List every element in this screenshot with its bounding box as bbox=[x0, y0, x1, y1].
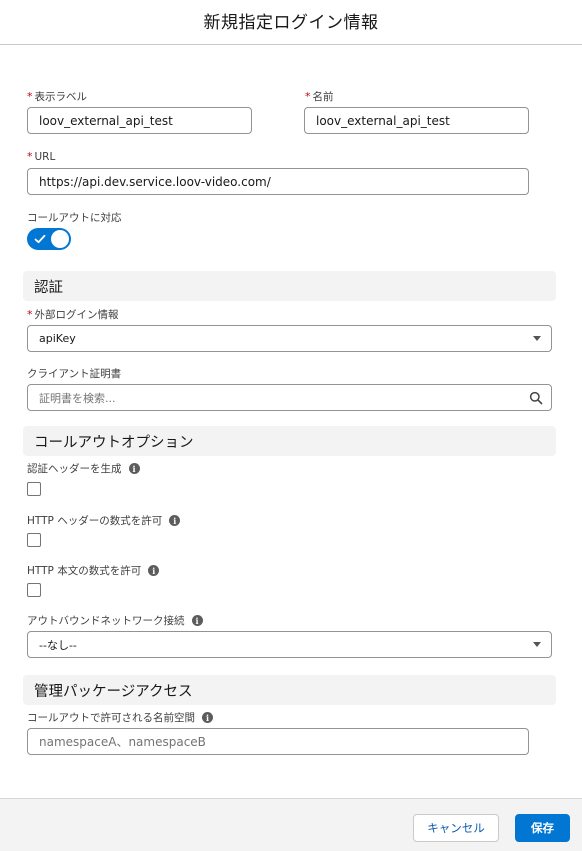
external-credential-label: * 外部ログイン情報 bbox=[27, 308, 119, 321]
callout-toggle[interactable] bbox=[27, 228, 71, 250]
outbound-network-select[interactable]: --なし-- bbox=[27, 631, 552, 658]
modal-title: 新規指定ログイン情報 bbox=[203, 12, 379, 33]
save-button[interactable]: 保存 bbox=[515, 814, 570, 842]
allow-body-formulas-checkbox[interactable] bbox=[27, 583, 41, 597]
url-input[interactable]: https://api.dev.service.loov-video.com/ bbox=[27, 168, 529, 195]
info-icon[interactable]: i bbox=[148, 565, 160, 576]
toggle-knob bbox=[51, 230, 69, 248]
required-marker: * bbox=[27, 308, 33, 321]
name-input[interactable]: loov_external_api_test bbox=[304, 107, 529, 134]
section-callout-options: コールアウトオプション bbox=[23, 426, 556, 456]
section-title: 管理パッケージアクセス bbox=[34, 683, 193, 700]
section-managed-package-access: 管理パッケージアクセス bbox=[23, 675, 556, 705]
allow-body-formulas-label: HTTP 本文の数式を許可 i bbox=[27, 563, 160, 578]
callout-toggle-label: コールアウトに対応 bbox=[27, 212, 122, 224]
modal-header: 新規指定ログイン情報 bbox=[0, 0, 582, 45]
required-marker: * bbox=[27, 150, 33, 163]
info-icon[interactable]: i bbox=[169, 515, 181, 526]
chevron-down-icon bbox=[533, 336, 541, 341]
name-field-label: * 名前 bbox=[305, 90, 334, 103]
section-title: コールアウトオプション bbox=[34, 434, 194, 451]
required-marker: * bbox=[27, 90, 33, 103]
section-authentication: 認証 bbox=[23, 271, 556, 301]
required-marker: * bbox=[305, 90, 311, 103]
client-cert-search-input[interactable]: 証明書を検索... bbox=[27, 384, 552, 411]
url-field-label: * URL bbox=[27, 150, 56, 163]
allow-header-formulas-checkbox[interactable] bbox=[27, 533, 41, 547]
chevron-down-icon bbox=[533, 642, 541, 647]
generate-auth-header-label: 認証ヘッダーを生成 i bbox=[27, 461, 140, 476]
check-icon bbox=[34, 234, 46, 244]
generate-auth-header-checkbox[interactable] bbox=[27, 482, 41, 496]
namespaces-label: コールアウトで許可される名前空間 i bbox=[27, 710, 213, 725]
search-icon bbox=[529, 391, 543, 405]
cancel-button[interactable]: キャンセル bbox=[413, 814, 499, 842]
namespaces-input[interactable]: namespaceA、namespaceB bbox=[27, 728, 529, 755]
client-cert-label: クライアント証明書 bbox=[27, 368, 122, 380]
label-field-label: * 表示ラベル bbox=[27, 90, 87, 103]
info-icon[interactable]: i bbox=[202, 712, 213, 723]
external-credential-select[interactable]: apiKey bbox=[27, 325, 552, 352]
section-title: 認証 bbox=[34, 279, 63, 296]
label-input[interactable]: loov_external_api_test bbox=[27, 107, 252, 134]
info-icon[interactable]: i bbox=[128, 463, 140, 474]
info-icon[interactable]: i bbox=[191, 615, 203, 626]
allow-header-formulas-label: HTTP ヘッダーの数式を許可 i bbox=[27, 513, 181, 528]
outbound-network-label: アウトバウンドネットワーク接続 i bbox=[27, 613, 203, 628]
modal-footer: キャンセル 保存 bbox=[0, 798, 582, 851]
